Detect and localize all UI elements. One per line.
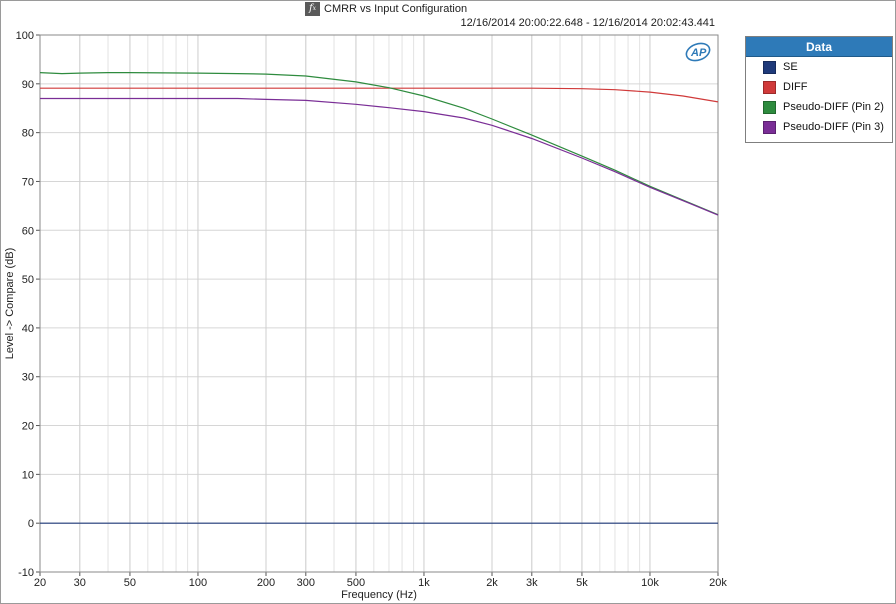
legend-swatch <box>763 100 776 114</box>
y-axis-label: Level -> Compare (dB) <box>4 248 16 360</box>
y-tick-label: 80 <box>22 128 34 140</box>
x-tick-label: 300 <box>297 577 315 589</box>
y-tick-label: 10 <box>22 469 34 481</box>
x-tick-label: 2k <box>486 577 498 589</box>
ap-logo-icon: AP <box>685 42 711 62</box>
legend-item-se[interactable]: SE <box>746 57 892 77</box>
legend-label: SE <box>783 61 798 73</box>
y-tick-label: 70 <box>22 176 34 188</box>
y-tick-label: 40 <box>22 323 34 335</box>
x-tick-label: 30 <box>74 577 86 589</box>
y-tick-label: 60 <box>22 225 34 237</box>
x-tick-label: 100 <box>189 577 207 589</box>
legend-swatch <box>763 120 776 134</box>
y-tick-label: -10 <box>18 567 34 579</box>
legend-label: Pseudo-DIFF (Pin 3) <box>783 121 884 133</box>
legend-label: DIFF <box>783 81 808 93</box>
y-tick-label: 100 <box>16 30 34 42</box>
x-tick-label: 3k <box>526 577 538 589</box>
x-tick-label: 200 <box>257 577 275 589</box>
x-tick-label: 20 <box>34 577 46 589</box>
x-axis-label: Frequency (Hz) <box>341 589 417 601</box>
legend-item-pseudo-diff-pin2[interactable]: Pseudo-DIFF (Pin 2) <box>746 97 892 117</box>
x-tick-label: 50 <box>124 577 136 589</box>
legend-item-diff[interactable]: DIFF <box>746 77 892 97</box>
legend-item-pseudo-diff-pin3[interactable]: Pseudo-DIFF (Pin 3) <box>746 117 892 137</box>
y-tick-label: 50 <box>22 274 34 286</box>
x-tick-label: 5k <box>576 577 588 589</box>
y-tick-label: 30 <box>22 372 34 384</box>
legend-title: Data <box>746 37 892 57</box>
x-tick-label: 1k <box>418 577 430 589</box>
legend: Data SE DIFF Pseudo-DIFF (Pin 2) Pseudo-… <box>745 36 893 143</box>
legend-label: Pseudo-DIFF (Pin 2) <box>783 101 884 113</box>
x-tick-label: 10k <box>641 577 659 589</box>
y-tick-label: 0 <box>28 518 34 530</box>
legend-swatch <box>763 80 776 94</box>
y-tick-label: 90 <box>22 79 34 91</box>
x-tick-label: 500 <box>347 577 365 589</box>
y-tick-label: 20 <box>22 421 34 433</box>
plot-background <box>40 35 718 572</box>
x-tick-label: 20k <box>709 577 727 589</box>
svg-text:AP: AP <box>690 47 707 59</box>
legend-swatch <box>763 60 776 74</box>
